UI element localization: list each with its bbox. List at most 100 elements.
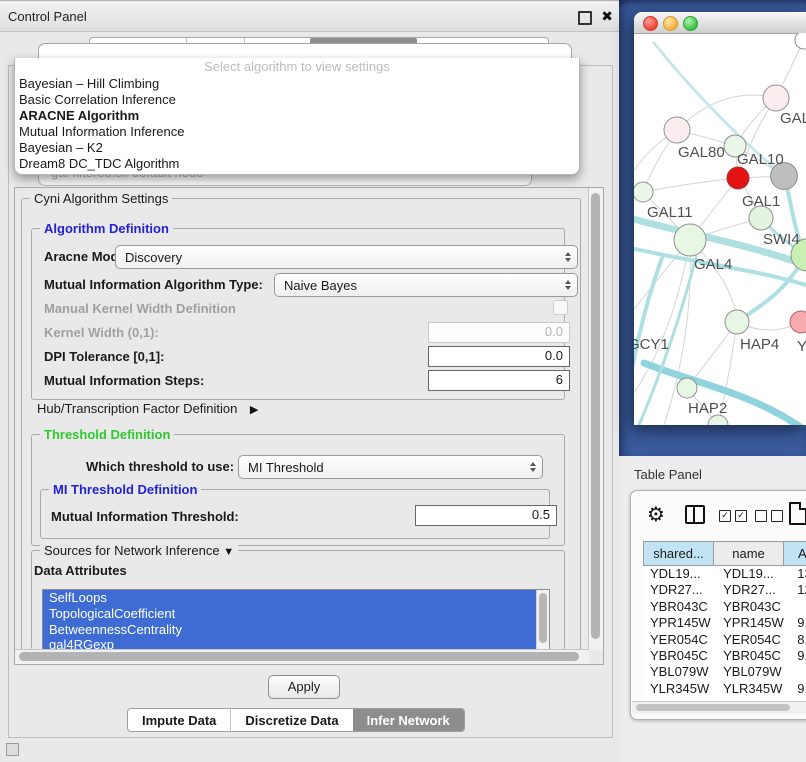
close-icon[interactable]: ✖ bbox=[601, 8, 613, 25]
attribute-list-scrollbar[interactable] bbox=[536, 590, 549, 651]
algorithm-dropdown-popup: Select algorithm to view settings Bayesi… bbox=[14, 58, 580, 175]
dpi-tolerance-field[interactable]: 0.0 bbox=[428, 346, 570, 367]
network-window-titlebar[interactable] bbox=[634, 12, 806, 34]
which-threshold-combo[interactable]: MI Threshold bbox=[238, 455, 543, 479]
cell[interactable]: 9. bbox=[787, 615, 806, 631]
cell[interactable]: YBR045C bbox=[643, 648, 714, 664]
cell[interactable]: YDL19... bbox=[643, 566, 714, 582]
algorithm-option-mutual-information[interactable]: Mutual Information Inference bbox=[15, 124, 579, 140]
screen: Control Panel ✖ Network Style Select bbox=[0, 0, 806, 762]
deselect-all-columns-icon[interactable] bbox=[755, 510, 783, 522]
algorithm-definition-group: Algorithm Definition Aracne Mode: Discov… bbox=[31, 228, 565, 400]
table-row[interactable]: YBR045C YBR045C 9. bbox=[643, 648, 806, 664]
table-row[interactable]: YPR145W YPR145W 9. bbox=[643, 615, 806, 631]
cell[interactable]: 9. bbox=[787, 681, 806, 697]
gear-icon[interactable]: ⚙ bbox=[647, 502, 665, 527]
sources-group-title[interactable]: Sources for Network Inference ▼ bbox=[40, 543, 238, 558]
columns-icon[interactable] bbox=[685, 505, 705, 524]
select-all-columns-icon[interactable]: ✓ ✓ bbox=[719, 510, 747, 522]
network-node-pink[interactable] bbox=[790, 311, 806, 333]
table-horizontal-scrollbar[interactable] bbox=[632, 701, 806, 714]
cell[interactable]: 8. bbox=[787, 632, 806, 648]
network-node-hap4[interactable] bbox=[725, 310, 749, 334]
column-header-shared-name[interactable]: shared... bbox=[643, 541, 714, 566]
cell[interactable]: YIL052C bbox=[714, 697, 787, 700]
attribute-item-selfloops[interactable]: SelfLoops bbox=[43, 590, 549, 606]
settings-vertical-scrollbar[interactable] bbox=[588, 188, 603, 650]
scrollbar-thumb[interactable] bbox=[636, 704, 790, 711]
window-close-icon[interactable] bbox=[643, 16, 658, 31]
hub-definition-toggle[interactable]: Hub/Transcription Factor Definition ▶ bbox=[37, 400, 258, 418]
tab-infer-network[interactable]: Infer Network bbox=[353, 709, 464, 731]
cell[interactable]: YPR145W bbox=[714, 615, 787, 631]
mi-type-label: Mutual Information Algorithm Type: bbox=[44, 277, 263, 292]
cell[interactable]: YBR043C bbox=[714, 599, 787, 615]
mi-threshold-label: Mutual Information Threshold: bbox=[51, 509, 239, 524]
column-header-name[interactable]: name bbox=[714, 541, 784, 566]
new-document-icon[interactable] bbox=[789, 502, 806, 525]
attribute-item-betweennesscentrality[interactable]: BetweennessCentrality bbox=[43, 622, 549, 638]
sources-title-text: Sources for Network Inference bbox=[44, 543, 220, 558]
aracne-mode-combo[interactable]: Discovery bbox=[115, 245, 578, 269]
network-canvas[interactable]: GAL GAL80 GAL10 GAL11 GAL1 SWI4 GAL4 GCY… bbox=[634, 33, 806, 425]
network-node[interactable] bbox=[795, 33, 806, 49]
network-node-gal80[interactable] bbox=[664, 117, 690, 143]
cell[interactable]: YPR145W bbox=[643, 615, 714, 631]
cell[interactable]: YBR045C bbox=[714, 648, 787, 664]
settings-horizontal-scrollbar[interactable] bbox=[15, 649, 589, 664]
cell[interactable]: YER054C bbox=[714, 632, 787, 648]
table-row[interactable]: YDL19... YDL19... 13 bbox=[643, 566, 806, 582]
cell[interactable]: YER054C bbox=[643, 632, 714, 648]
algorithm-option-aracne[interactable]: ARACNE Algorithm bbox=[15, 108, 579, 124]
table-row[interactable]: YDR27... YDR27... 12 bbox=[643, 582, 806, 598]
mi-threshold-field[interactable]: 0.5 bbox=[415, 505, 557, 526]
network-node-gal[interactable] bbox=[763, 85, 789, 111]
dock-panel-icon[interactable] bbox=[6, 743, 19, 756]
float-window-icon[interactable] bbox=[578, 11, 592, 25]
algorithm-option-dream8[interactable]: Dream8 DC_TDC Algorithm bbox=[15, 156, 579, 172]
tab-discretize-data[interactable]: Discretize Data bbox=[230, 709, 352, 731]
window-zoom-icon[interactable] bbox=[683, 16, 698, 31]
manual-kernel-checkbox[interactable] bbox=[553, 300, 568, 315]
table-row[interactable]: YBR043C YBR043C bbox=[643, 599, 806, 615]
network-view-window[interactable]: GAL GAL80 GAL10 GAL11 GAL1 SWI4 GAL4 GCY… bbox=[634, 12, 806, 425]
table-row[interactable]: YER054C YER054C 8. bbox=[643, 632, 806, 648]
mi-steps-field[interactable]: 6 bbox=[428, 370, 570, 391]
scrollbar-thumb[interactable] bbox=[19, 652, 579, 661]
cell[interactable]: YDR27... bbox=[714, 582, 787, 598]
network-node-red-selected[interactable] bbox=[727, 167, 749, 189]
column-header-partial[interactable]: A bbox=[784, 541, 806, 566]
cell[interactable]: 13 bbox=[787, 566, 806, 582]
network-node-gal11[interactable] bbox=[634, 182, 653, 202]
cell[interactable]: YBL079W bbox=[714, 664, 787, 680]
collapse-right-icon: ▶ bbox=[250, 404, 258, 416]
cell[interactable]: YDL19... bbox=[714, 566, 787, 582]
attribute-item-topologicalcoefficient[interactable]: TopologicalCoefficient bbox=[43, 606, 549, 622]
cell[interactable]: 9. bbox=[787, 648, 806, 664]
mi-type-combo[interactable]: Naive Bayes bbox=[274, 273, 578, 297]
network-node-hap2[interactable] bbox=[677, 378, 697, 398]
cell[interactable]: 12 bbox=[787, 582, 806, 598]
window-minimize-icon[interactable] bbox=[663, 16, 678, 31]
cell[interactable]: 9 bbox=[787, 697, 806, 700]
cell[interactable]: YDR27... bbox=[643, 582, 714, 598]
cell[interactable]: YIL052C bbox=[643, 697, 714, 700]
cell[interactable] bbox=[787, 599, 806, 615]
algorithm-option-bayesian-hill-climbing[interactable]: Bayesian – Hill Climbing bbox=[15, 76, 579, 92]
table-row[interactable]: YLR345W YLR345W 9. bbox=[643, 681, 806, 697]
cell[interactable]: YBL079W bbox=[643, 664, 714, 680]
apply-button[interactable]: Apply bbox=[268, 675, 340, 699]
table-row[interactable]: YBL079W YBL079W bbox=[643, 664, 806, 680]
scrollbar-thumb[interactable] bbox=[591, 193, 600, 639]
scrollbar-thumb[interactable] bbox=[539, 593, 547, 643]
table-row[interactable]: YIL052C YIL052C 9 bbox=[643, 697, 806, 700]
cell[interactable] bbox=[787, 664, 806, 680]
cell[interactable]: YLR345W bbox=[714, 681, 787, 697]
kernel-width-field[interactable]: 0.0 bbox=[428, 322, 570, 343]
tab-impute-data[interactable]: Impute Data bbox=[128, 709, 230, 731]
algorithm-option-bayesian-k2[interactable]: Bayesian – K2 bbox=[15, 140, 579, 156]
cell[interactable]: YBR043C bbox=[643, 599, 714, 615]
network-node-gal4[interactable] bbox=[674, 224, 706, 256]
cell[interactable]: YLR345W bbox=[643, 681, 714, 697]
algorithm-option-basic-correlation[interactable]: Basic Correlation Inference bbox=[15, 92, 579, 108]
